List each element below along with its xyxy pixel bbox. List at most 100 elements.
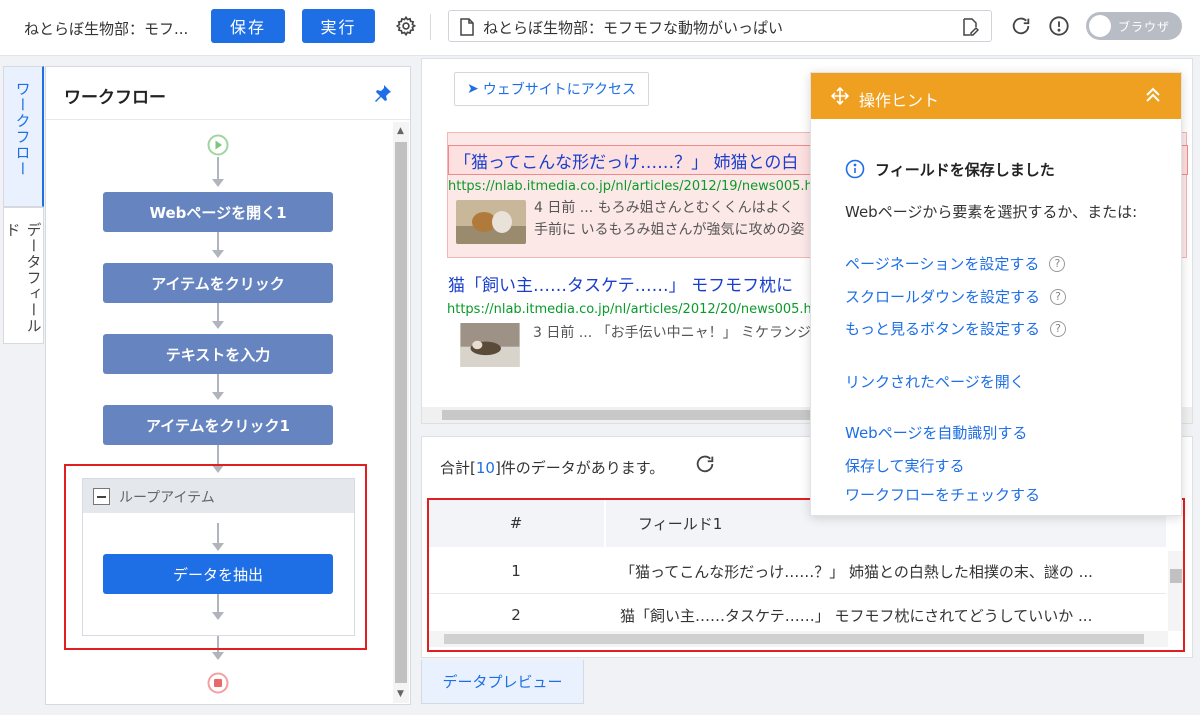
row-1-value[interactable]: 「猫ってこんな形だっけ……？」 姉猫との白熱した相撲の末、謎の ... (606, 549, 1161, 593)
edit-url-icon[interactable] (961, 18, 979, 36)
help-icon[interactable]: ? (1050, 288, 1067, 305)
url-text: ねとらぼ生物部：モフモフな動物がいっぱい (483, 19, 784, 37)
collapse-loop-icon[interactable] (93, 488, 110, 505)
check-workflow-link[interactable]: ワークフローをチェックする (845, 484, 1040, 505)
document-icon (460, 18, 474, 36)
row-1-index: 1 (511, 562, 521, 580)
save-and-run-link[interactable]: 保存して実行する (845, 455, 965, 476)
browser-toggle[interactable]: ブラウザ (1086, 12, 1182, 40)
help-icon[interactable]: ? (1050, 320, 1067, 337)
start-icon (207, 134, 229, 156)
tab-workflow-label: ワークフロー (13, 81, 32, 177)
operation-tips-panel: 操作ヒント フィールドを保存しました Webページから要素を選択するか、または:… (810, 72, 1182, 516)
refresh-page-button[interactable] (1008, 13, 1034, 39)
workflow-scrollbar[interactable]: ▲ ▼ (393, 122, 409, 703)
toolbar-divider (430, 14, 431, 40)
tips-title: 操作ヒント (859, 91, 940, 110)
connector-arrow (212, 321, 224, 329)
connector (217, 157, 219, 179)
loop-label: ループアイテム (119, 490, 215, 506)
top-toolbar: ねとらぼ生物部：モフ... 保存 実行 ねとらぼ生物部：モフモフな動物がいっぱい… (0, 0, 1200, 56)
run-button[interactable]: 実行 (302, 9, 375, 43)
arrow-right-icon: ➤ (467, 81, 479, 97)
visit-website-label: ウェブサイトにアクセス (482, 82, 637, 98)
connector (217, 523, 219, 543)
gear-icon (395, 15, 417, 37)
stop-icon (207, 672, 229, 694)
node-click-item[interactable]: アイテムをクリック (103, 263, 333, 303)
tips-description: Webページから要素を選択するか、または: (845, 203, 1138, 221)
workflow-title: ワークフロー (64, 88, 166, 108)
node-open-webpage[interactable]: Webページを開く1 (103, 192, 333, 232)
node-extract-data[interactable]: データを抽出 (103, 554, 333, 594)
column-header-index: # (428, 499, 604, 547)
set-load-more-link[interactable]: もっと見るボタンを設定する? (845, 318, 1067, 339)
help-icon[interactable]: ? (1049, 255, 1066, 272)
set-scroll-down-link[interactable]: スクロールダウンを設定する? (845, 286, 1067, 307)
browser-hscroll-thumb[interactable] (442, 410, 812, 420)
cat-sleeping-thumbnail (460, 323, 520, 367)
tab-datafield[interactable]: データフィールド (3, 207, 44, 344)
scroll-up-arrow[interactable]: ▲ (397, 126, 404, 136)
connector-arrow (212, 612, 224, 620)
connector-arrow (212, 392, 224, 400)
table-vscroll-thumb[interactable] (1170, 569, 1182, 583)
result-1-title[interactable]: 「猫ってこんな形だっけ……？」 姉猫との白 (454, 148, 798, 173)
cats-thumbnail (456, 200, 526, 244)
auto-detect-link[interactable]: Webページを自動識別する (845, 422, 1027, 443)
table-vscrollbar[interactable] (1168, 551, 1184, 631)
connector (217, 303, 219, 321)
node-input-text[interactable]: テキストを入力 (103, 334, 333, 374)
pin-icon[interactable] (372, 84, 392, 104)
table-hscrollbar[interactable] (428, 631, 1168, 647)
info-icon (845, 159, 865, 179)
tab-datafield-label: データフィールド (3, 222, 43, 334)
visit-website-button[interactable]: ➤ ウェブサイトにアクセス (454, 72, 650, 106)
url-bar[interactable]: ねとらぼ生物部：モフモフな動物がいっぱい (448, 10, 992, 42)
tab-data-preview[interactable]: データプレビュー (421, 660, 584, 704)
set-load-more-label: もっと見るボタンを設定する (845, 320, 1041, 338)
connector-arrow (212, 543, 224, 551)
result-1-url: https://nlab.itmedia.co.jp/nl/articles/2… (448, 179, 818, 194)
connector-arrow (212, 465, 224, 473)
field-saved-message: フィールドを保存しました (875, 161, 1055, 179)
set-pagination-label: ページネーションを設定する (845, 255, 1040, 273)
collapse-icon[interactable] (1143, 85, 1163, 105)
refresh-icon (1012, 17, 1030, 35)
result-2-title[interactable]: 猫「飼い主……タスケテ……」 モフモフ枕に (448, 271, 793, 296)
loop-header[interactable]: ループアイテム (83, 479, 354, 513)
connector (217, 374, 219, 392)
browser-toggle-label: ブラウザ (1118, 20, 1171, 34)
result-1-snippet-2: 手前に いるもろみ姐さんが強気に攻めの姿 (534, 222, 805, 238)
data-count-text: 合計[10]件のデータがあります。 (440, 457, 664, 478)
open-linked-page-link[interactable]: リンクされたページを開く (845, 371, 1025, 392)
count-suffix: ]件のデータがあります。 (494, 459, 665, 477)
toggle-knob (1089, 15, 1111, 37)
result-2-snippet: 3 日前 ... 「お手伝い中ニャ！」 ミケランジ (533, 325, 812, 341)
connector-arrow (212, 250, 224, 258)
connector (217, 232, 219, 250)
scroll-thumb[interactable] (395, 142, 407, 683)
set-scroll-down-label: スクロールダウンを設定する (845, 288, 1041, 306)
set-pagination-link[interactable]: ページネーションを設定する? (845, 253, 1066, 274)
connector (217, 594, 219, 612)
data-refresh-icon[interactable] (694, 453, 716, 475)
count-value: 10 (475, 459, 495, 477)
node-click-item-1[interactable]: アイテムをクリック1 (103, 405, 333, 445)
alert-icon (1049, 16, 1069, 36)
connector-arrow (212, 652, 224, 660)
move-icon[interactable] (831, 87, 849, 105)
save-button[interactable]: 保存 (211, 9, 285, 43)
workflow-header: ワークフロー (46, 67, 410, 120)
tips-header[interactable]: 操作ヒント (811, 73, 1181, 119)
connector-arrow (212, 179, 224, 187)
scroll-down-arrow[interactable]: ▼ (397, 689, 404, 699)
connector (217, 445, 219, 465)
settings-button[interactable] (393, 13, 419, 39)
alert-button[interactable] (1046, 13, 1072, 39)
count-prefix: 合計[ (440, 459, 476, 477)
result-1-snippet-1: 4 日前 ... もろみ姐さんとむくくんはよく (534, 200, 794, 216)
table-hscroll-thumb[interactable] (444, 634, 1144, 644)
tab-workflow[interactable]: ワークフロー (3, 66, 44, 207)
data-table: # フィールド1 1 「猫ってこんな形だっけ……？」 姉猫との白熱した相撲の末、… (428, 499, 1188, 649)
